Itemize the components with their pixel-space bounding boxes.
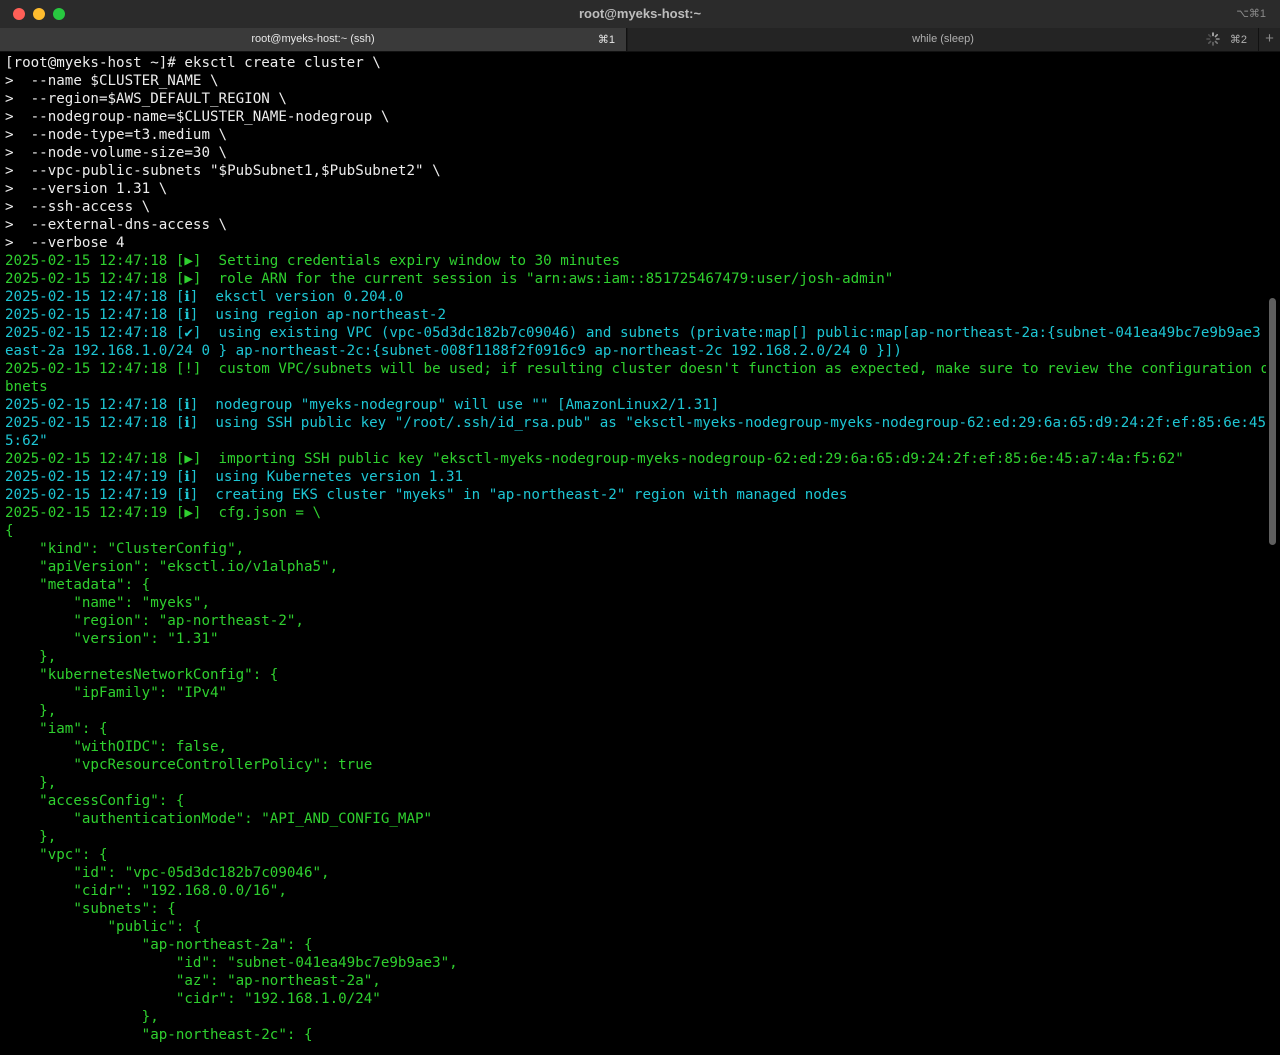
tab-label: while (sleep) <box>912 33 974 45</box>
terminal-line: }, <box>5 703 57 719</box>
terminal-line: > --region=$AWS_DEFAULT_REGION \ <box>5 91 287 107</box>
terminal-line: "withOIDC": false, <box>5 739 228 755</box>
tab-bar: root@myeks-host:~ (ssh) ⌘1 while (sleep)… <box>0 28 1280 52</box>
terminal-line: 5:62" <box>5 433 48 449</box>
terminal-output[interactable]: [root@myeks-host ~]# eksctl create clust… <box>0 54 1266 1055</box>
terminal-line: }, <box>5 1009 159 1025</box>
terminal-line: > --ssh-access \ <box>5 199 151 215</box>
terminal-line: > --verbose 4 <box>5 235 125 251</box>
terminal-line: 2025-02-15 12:47:18 [!] custom VPC/subne… <box>5 361 1266 377</box>
terminal-line: "ap-northeast-2c": { <box>5 1027 313 1043</box>
terminal-line: "region": "ap-northeast-2", <box>5 613 304 629</box>
window-shortcut: ⌥⌘1 <box>1236 8 1266 20</box>
terminal-line: > --version 1.31 \ <box>5 181 168 197</box>
terminal-line: 2025-02-15 12:47:18 [ℹ] eksctl version 0… <box>5 289 404 305</box>
spinner-icon <box>1206 32 1220 46</box>
terminal-line: bnets <box>5 379 48 395</box>
terminal-line: > --node-volume-size=30 \ <box>5 145 228 161</box>
terminal-line: "apiVersion": "eksctl.io/v1alpha5", <box>5 559 339 575</box>
terminal-line: "cidr": "192.168.0.0/16", <box>5 883 287 899</box>
terminal-line: "accessConfig": { <box>5 793 185 809</box>
tab-label: root@myeks-host:~ (ssh) <box>251 33 375 45</box>
terminal-line: 2025-02-15 12:47:18 [▶] Setting credenti… <box>5 253 620 269</box>
terminal-line: > --vpc-public-subnets "$PubSubnet1,$Pub… <box>5 163 441 179</box>
terminal-window: root@myeks-host:~ ⌥⌘1 root@myeks-host:~ … <box>0 0 1280 1055</box>
terminal-line: east-2a 192.168.1.0/24 0 } ap-northeast-… <box>5 343 902 359</box>
terminal-line: 2025-02-15 12:47:18 [ℹ] using region ap-… <box>5 307 447 323</box>
scrollbar-thumb[interactable] <box>1269 298 1276 545</box>
terminal-line: 2025-02-15 12:47:19 [ℹ] creating EKS clu… <box>5 487 848 503</box>
terminal-line: "cidr": "192.168.1.0/24" <box>5 991 381 1007</box>
terminal-line: 2025-02-15 12:47:18 [ℹ] using SSH public… <box>5 415 1266 431</box>
window-title: root@myeks-host:~ <box>578 6 702 21</box>
terminal-line: "subnets": { <box>5 901 176 917</box>
terminal-line: "authenticationMode": "API_AND_CONFIG_MA… <box>5 811 433 827</box>
terminal-line: "version": "1.31" <box>5 631 219 647</box>
tab-while-sleep[interactable]: while (sleep) ⌘2 <box>628 28 1259 51</box>
terminal-line: }, <box>5 649 57 665</box>
terminal-line: }, <box>5 775 57 791</box>
terminal-line: "kubernetesNetworkConfig": { <box>5 667 279 683</box>
terminal-line: 2025-02-15 12:47:18 [▶] importing SSH pu… <box>5 451 1184 467</box>
terminal-line: { <box>5 523 14 539</box>
terminal-line: "name": "myeks", <box>5 595 210 611</box>
terminal-line: "iam": { <box>5 721 108 737</box>
terminal-lines: [root@myeks-host ~]# eksctl create clust… <box>5 54 1266 1044</box>
terminal-line: 2025-02-15 12:47:18 [▶] role ARN for the… <box>5 271 894 287</box>
terminal-line: "id": "vpc-05d3dc182b7c09046", <box>5 865 330 881</box>
terminal-line: "vpcResourceControllerPolicy": true <box>5 757 373 773</box>
terminal-line: "vpc": { <box>5 847 108 863</box>
terminal-line: "ipFamily": "IPv4" <box>5 685 228 701</box>
terminal-line: "az": "ap-northeast-2a", <box>5 973 381 989</box>
terminal-line: "ap-northeast-2a": { <box>5 937 313 953</box>
terminal-line: [root@myeks-host ~]# eksctl create clust… <box>5 55 381 71</box>
tab-shortcut: ⌘1 <box>597 34 615 46</box>
terminal-line: 2025-02-15 12:47:19 [ℹ] using Kubernetes… <box>5 469 464 485</box>
terminal-line: }, <box>5 829 57 845</box>
terminal-line: 2025-02-15 12:47:18 [✔] using existing V… <box>5 325 1266 341</box>
title-bar: root@myeks-host:~ ⌥⌘1 <box>0 0 1280 29</box>
terminal-line: 2025-02-15 12:47:18 [ℹ] nodegroup "myeks… <box>5 397 720 413</box>
terminal-line: "metadata": { <box>5 577 151 593</box>
terminal-line: > --node-type=t3.medium \ <box>5 127 228 143</box>
new-tab-button[interactable]: + <box>1259 28 1280 51</box>
terminal-line: "public": { <box>5 919 202 935</box>
terminal-line: > --name $CLUSTER_NAME \ <box>5 73 219 89</box>
terminal-line: "id": "subnet-041ea49bc7e9b9ae3", <box>5 955 458 971</box>
terminal-line: "kind": "ClusterConfig", <box>5 541 245 557</box>
tab-shortcut: ⌘2 <box>1229 34 1247 46</box>
terminal-line: 2025-02-15 12:47:19 [▶] cfg.json = \ <box>5 505 322 521</box>
terminal-line: > --external-dns-access \ <box>5 217 228 233</box>
terminal-line: > --nodegroup-name=$CLUSTER_NAME-nodegro… <box>5 109 390 125</box>
tab-ssh-session[interactable]: root@myeks-host:~ (ssh) ⌘1 <box>0 28 627 51</box>
